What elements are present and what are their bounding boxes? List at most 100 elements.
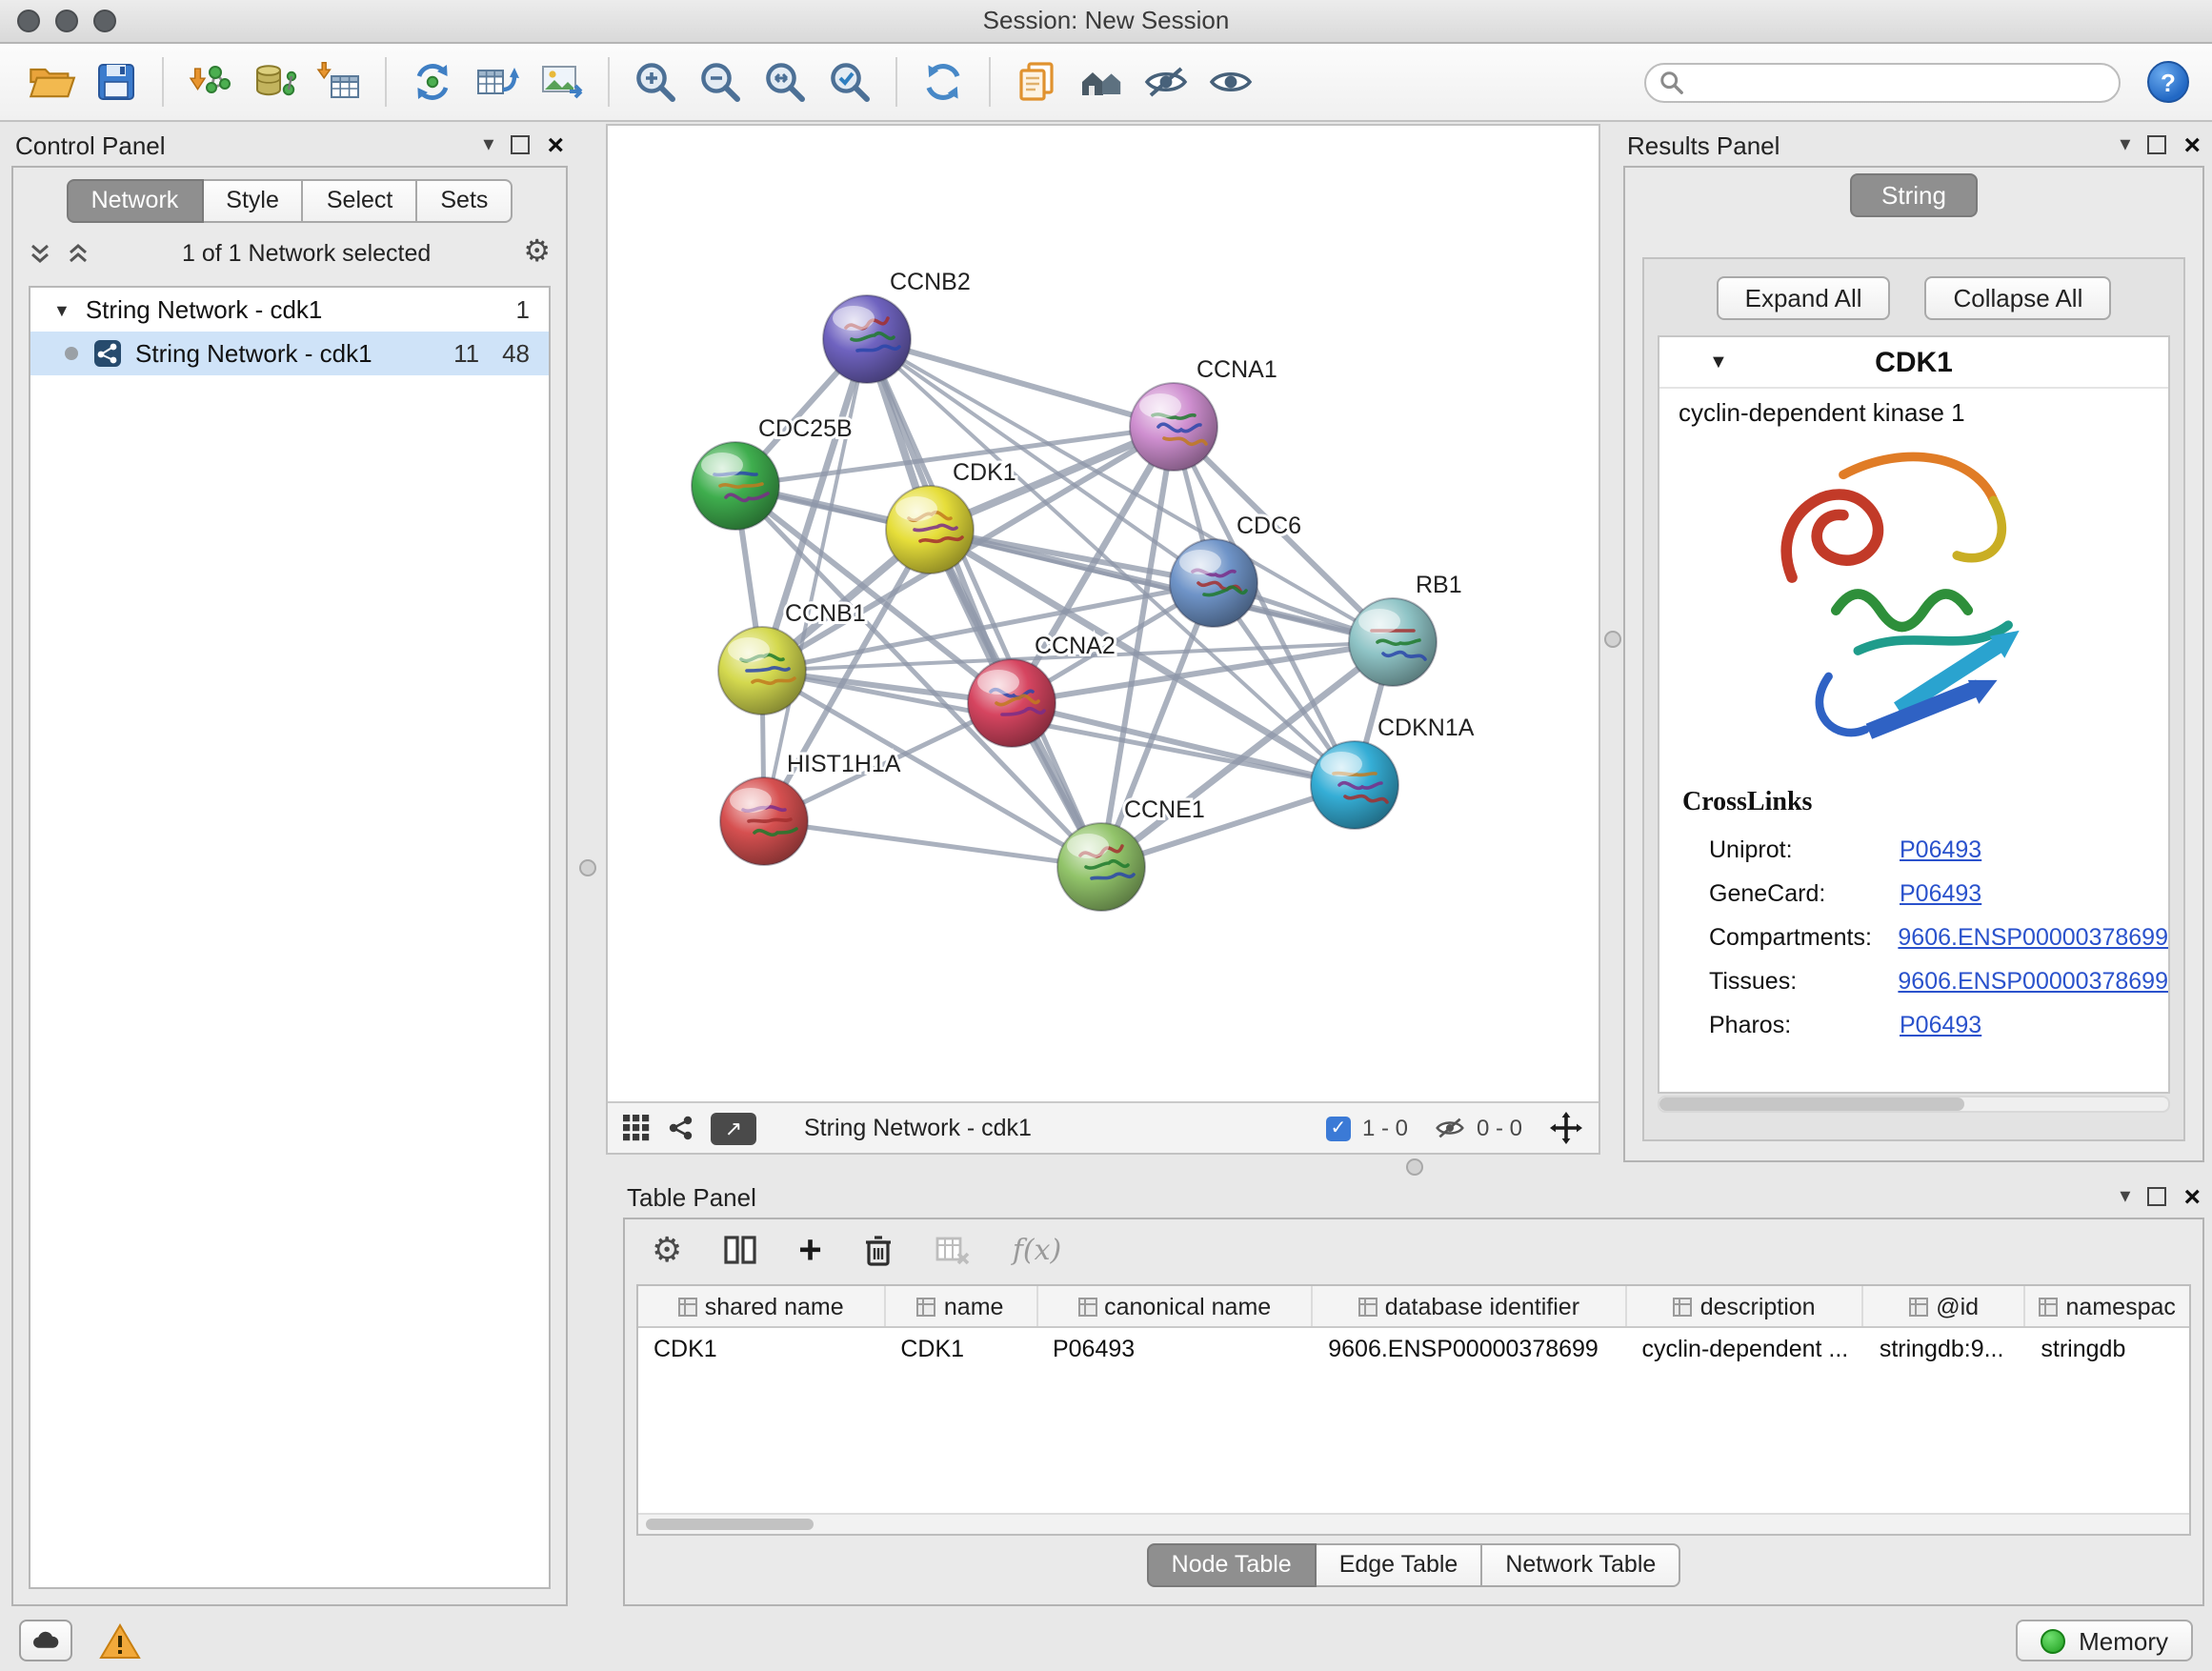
window-title: Session: New Session <box>0 0 2212 42</box>
scrollbar-thumb[interactable] <box>1659 1097 1964 1111</box>
graph-node-CCNE1[interactable] <box>1057 823 1145 911</box>
scrollbar-thumb[interactable] <box>646 1519 814 1530</box>
panel-menu-icon[interactable]: ▾ <box>2120 134 2130 155</box>
tab-select[interactable]: Select <box>304 179 418 223</box>
column-header[interactable]: shared name <box>638 1286 885 1326</box>
network-row-selected[interactable]: String Network - cdk1 11 48 <box>30 332 549 375</box>
panel-float-icon[interactable] <box>2147 135 2166 154</box>
refresh-view-button[interactable] <box>911 51 975 112</box>
graph-node-CCNA1[interactable] <box>1130 383 1217 471</box>
gene-card-header[interactable]: ▼ CDK1 <box>1659 337 2168 389</box>
graph-edge-HIST1H1A-CCNE1[interactable] <box>764 821 1101 867</box>
zoom-selected-button[interactable] <box>817 51 882 112</box>
table-horizontal-scrollbar[interactable] <box>638 1513 2189 1534</box>
splitter-handle[interactable] <box>1604 631 1621 648</box>
tree-expand-icon[interactable]: ▼ <box>53 300 70 319</box>
network-from-table-button[interactable] <box>465 51 530 112</box>
crosslink-pharos[interactable]: P06493 <box>1900 1011 1981 1037</box>
delete-column-trash-icon[interactable] <box>864 1233 895 1267</box>
network-canvas[interactable]: CCNB2CCNA1CDC25BCDK1CDC6RB1CCNB1CCNA2CDK… <box>608 126 1599 1101</box>
help-button[interactable]: ? <box>2147 61 2189 103</box>
crosslink-tissues[interactable]: 9606.ENSP00000378699 <box>1898 967 2168 994</box>
import-network-file-button[interactable] <box>177 51 242 112</box>
column-header[interactable]: @id <box>1864 1286 2026 1326</box>
open-in-new-window-button[interactable]: ↗ <box>711 1112 756 1144</box>
table-mode-gear-icon[interactable]: ⚙ <box>652 1233 682 1267</box>
warning-icon[interactable] <box>99 1622 141 1659</box>
cell-shared-name[interactable]: CDK1 <box>638 1328 885 1368</box>
crosslink-compartments[interactable]: 9606.ENSP00000378699 <box>1898 923 2168 950</box>
graph-node-CDKN1A[interactable] <box>1311 741 1398 829</box>
column-header[interactable]: description <box>1626 1286 1863 1326</box>
tab-sets[interactable]: Sets <box>417 179 513 223</box>
grid-view-icon[interactable] <box>623 1115 650 1141</box>
cell-canonical-name[interactable]: P06493 <box>1037 1328 1313 1368</box>
selected-counter: 1 - 0 <box>1362 1115 1408 1141</box>
cloud-button[interactable] <box>19 1620 72 1661</box>
collapse-all-icon[interactable] <box>29 242 51 265</box>
zoom-out-button[interactable] <box>688 51 753 112</box>
tab-string[interactable]: String <box>1849 173 1979 217</box>
crosslink-uniprot[interactable]: P06493 <box>1900 836 1981 862</box>
tab-node-table[interactable]: Node Table <box>1147 1543 1317 1587</box>
tab-edge-table[interactable]: Edge Table <box>1317 1543 1483 1587</box>
collapse-section-icon[interactable]: ▼ <box>1709 352 1728 372</box>
panel-float-icon[interactable] <box>511 135 530 154</box>
network-collection-row[interactable]: ▼ String Network - cdk1 1 <box>30 288 549 332</box>
column-header[interactable]: database identifier <box>1313 1286 1626 1326</box>
network-options-gear-icon[interactable]: ⚙ <box>523 238 551 269</box>
share-network-icon[interactable] <box>667 1115 694 1141</box>
tab-style[interactable]: Style <box>203 179 304 223</box>
import-table-button[interactable] <box>307 51 372 112</box>
zoom-fit-button[interactable] <box>753 51 817 112</box>
panel-menu-icon[interactable]: ▾ <box>483 134 493 155</box>
splitter-handle[interactable] <box>1406 1158 1423 1176</box>
cell-namespace[interactable]: stringdb <box>2025 1328 2189 1368</box>
panel-close-icon[interactable]: × <box>2183 1182 2201 1211</box>
cell-database-identifier[interactable]: 9606.ENSP00000378699 <box>1313 1328 1626 1368</box>
save-session-button[interactable] <box>84 51 149 112</box>
cell-description[interactable]: cyclin-dependent ... <box>1626 1328 1863 1368</box>
import-network-database-button[interactable] <box>242 51 307 112</box>
export-image-button[interactable] <box>530 51 594 112</box>
cell-name[interactable]: CDK1 <box>885 1328 1037 1368</box>
network-tree: ▼ String Network - cdk1 1 String Network <box>29 286 551 1589</box>
panel-close-icon[interactable]: × <box>547 131 564 159</box>
create-column-plus-icon[interactable]: + <box>798 1230 822 1270</box>
memory-button[interactable]: Memory <box>2016 1620 2193 1661</box>
panel-menu-icon[interactable]: ▾ <box>2120 1186 2130 1207</box>
collapse-all-button[interactable]: Collapse All <box>1925 276 2112 320</box>
selected-checkbox-icon[interactable]: ✓ <box>1326 1116 1351 1140</box>
table-row[interactable]: CDK1 CDK1 P06493 9606.ENSP00000378699 cy… <box>638 1328 2189 1368</box>
column-header[interactable]: namespac <box>2025 1286 2189 1326</box>
pan-move-icon[interactable] <box>1549 1111 1583 1145</box>
search-input[interactable] <box>1644 62 2121 102</box>
open-session-button[interactable] <box>19 51 84 112</box>
graph-node-CCNA2[interactable] <box>968 659 1056 747</box>
tab-network[interactable]: Network <box>67 179 204 223</box>
expand-all-button[interactable]: Expand All <box>1717 276 1891 320</box>
home-button[interactable] <box>1069 51 1134 112</box>
crosslink-row: Compartments: 9606.ENSP00000378699 <box>1659 915 2168 958</box>
crosslink-genecard[interactable]: P06493 <box>1900 879 1981 906</box>
column-header[interactable]: canonical name <box>1037 1286 1313 1326</box>
zoom-in-button[interactable] <box>623 51 688 112</box>
cell-id[interactable]: stringdb:9... <box>1864 1328 2026 1368</box>
horizontal-scrollbar[interactable] <box>1658 1096 2170 1113</box>
graph-edge-CCNB2-CCNE1[interactable] <box>867 339 1101 867</box>
panel-close-icon[interactable]: × <box>2183 131 2201 159</box>
graph-node-label: CCNA1 <box>1196 356 1277 383</box>
show-graphics-details-button[interactable] <box>1198 51 1263 112</box>
graph-node-CCNB2[interactable] <box>823 295 911 383</box>
new-network-button[interactable] <box>400 51 465 112</box>
recent-documents-button[interactable] <box>1004 51 1069 112</box>
panel-float-icon[interactable] <box>2147 1187 2166 1206</box>
delete-table-icon-disabled <box>936 1236 971 1264</box>
tab-network-table[interactable]: Network Table <box>1482 1543 1680 1587</box>
column-header[interactable]: name <box>885 1286 1037 1326</box>
splitter-handle[interactable] <box>579 859 596 876</box>
hide-graphics-details-button[interactable] <box>1134 51 1198 112</box>
crosslink-row: Pharos: P06493 <box>1659 1002 2168 1046</box>
expand-all-icon[interactable] <box>67 242 90 265</box>
show-columns-icon[interactable] <box>724 1235 756 1265</box>
